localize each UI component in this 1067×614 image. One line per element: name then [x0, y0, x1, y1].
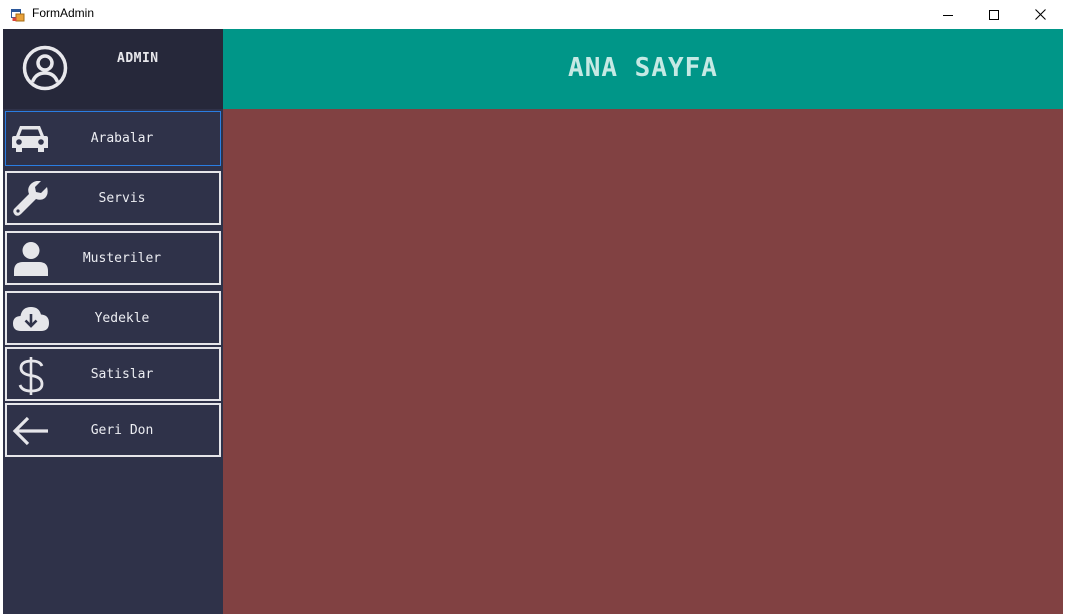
menu-button-geri-don[interactable]: Geri Don [5, 403, 221, 457]
wrench-icon [12, 181, 50, 217]
page-title: ANA SAYFA [568, 53, 718, 83]
menu-button-satislar[interactable]: Satislar [5, 347, 221, 401]
menu-label: Satislar [90, 366, 154, 382]
profile-panel: ADMIN [3, 29, 223, 109]
menu-label: Geri Don [90, 422, 154, 438]
window-edge [1063, 29, 1067, 614]
user-label: ADMIN [117, 51, 159, 66]
page-header: ANA SAYFA [223, 29, 1063, 109]
app-window: FormAdmin ADMIN Arabalar Servis Musteril… [0, 0, 1067, 614]
dollar-icon [12, 357, 50, 395]
window-title: FormAdmin [32, 6, 95, 20]
user-circle-icon [22, 45, 68, 91]
menu-label: Arabalar [90, 131, 154, 146]
title-bar[interactable]: FormAdmin [0, 0, 1067, 29]
minimize-button[interactable] [925, 0, 971, 29]
menu-button-yedekle[interactable]: Yedekle [5, 291, 221, 345]
maximize-icon [989, 9, 999, 20]
menu-button-musteriler[interactable]: Musteriler [5, 231, 221, 285]
cloud-download-icon [12, 301, 50, 337]
menu-label: Servis [98, 190, 146, 206]
maximize-button[interactable] [971, 0, 1017, 29]
arrow-left-icon [12, 413, 50, 449]
menu-button-arabalar[interactable]: Arabalar [5, 111, 221, 166]
sidebar: ADMIN Arabalar Servis Musteriler Yedekle… [3, 29, 223, 614]
user-icon [12, 241, 50, 277]
close-icon [1034, 9, 1046, 20]
menu-label: Musteriler [82, 250, 162, 266]
minimize-icon [943, 14, 953, 16]
close-button[interactable] [1017, 0, 1063, 29]
car-icon [11, 120, 49, 156]
content-panel [223, 109, 1063, 614]
menu-label: Yedekle [94, 310, 150, 326]
app-icon [11, 7, 25, 22]
menu-button-servis[interactable]: Servis [5, 171, 221, 225]
